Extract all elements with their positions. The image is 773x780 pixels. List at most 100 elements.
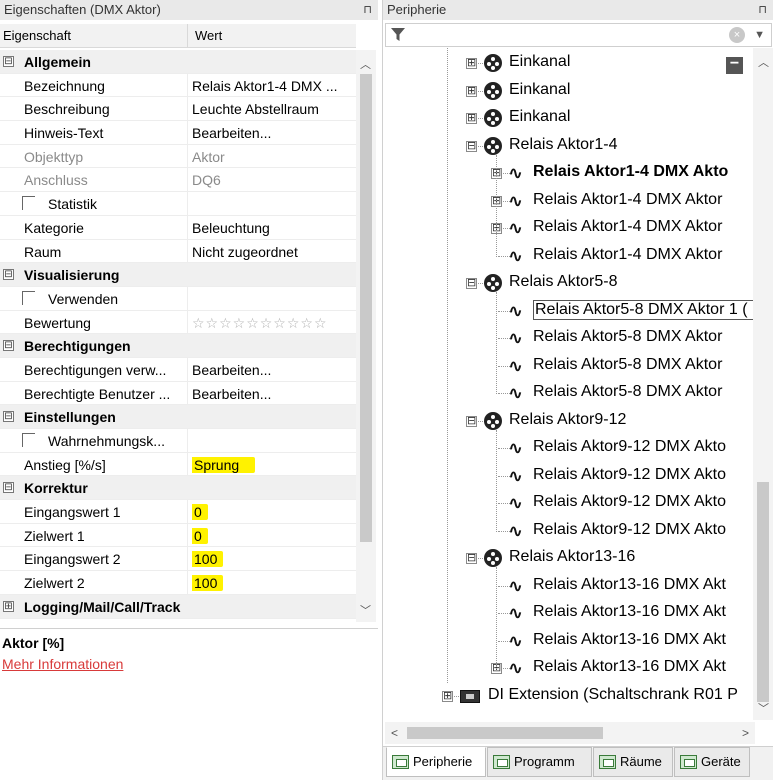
tree-node-label[interactable]: Relais Aktor5-8	[509, 273, 618, 291]
tree-node[interactable]: ∿ Relais Aktor5-8 DMX Aktor	[385, 380, 755, 407]
column-separator[interactable]	[187, 24, 188, 48]
tree-node[interactable]: ⊟ Relais Aktor13-16	[385, 545, 755, 572]
tree-node-label[interactable]: Relais Aktor13-16	[509, 548, 635, 566]
property-row[interactable]: Verwenden	[0, 286, 356, 311]
property-value[interactable]: 0	[192, 527, 352, 544]
tree-node-label[interactable]: Einkanal	[509, 108, 570, 126]
expand-icon[interactable]: ⊞	[466, 85, 477, 97]
tree-node[interactable]: ⊟ Relais Aktor5-8	[385, 270, 755, 297]
tree-node[interactable]: ∿ Relais Aktor5-8 DMX Aktor 1 (	[385, 298, 755, 325]
property-row[interactable]: Anstieg [%/s] Sprung	[0, 452, 356, 477]
more-info-link[interactable]: Mehr Informationen	[2, 656, 123, 672]
property-category[interactable]: ⊟ Allgemein	[0, 50, 356, 74]
property-value[interactable]: 100	[192, 575, 352, 592]
tree-node-label[interactable]: Relais Aktor1-4 DMX Akto	[533, 163, 728, 181]
property-category[interactable]: ⊟ Visualisierung	[0, 263, 356, 287]
property-category[interactable]: ⊟ Berechtigungen	[0, 334, 356, 358]
filter-bar[interactable]: × ▼	[385, 23, 772, 47]
filter-icon[interactable]	[391, 28, 405, 42]
property-row[interactable]: Kategorie Beleuchtung	[0, 215, 356, 240]
collapse-icon[interactable]: ⊟	[3, 411, 14, 423]
tree-node-label[interactable]: Relais Aktor13-16 DMX Akt	[533, 658, 726, 676]
tree-node[interactable]: ⊟ Relais Aktor1-4	[385, 133, 755, 160]
tree-node[interactable]: ⊞ ∿ Relais Aktor13-16 DMX Akt	[385, 655, 755, 682]
property-value[interactable]: Bearbeiten...	[192, 362, 352, 378]
tree-node-label[interactable]: Relais Aktor13-16 DMX Akt	[533, 603, 726, 621]
tree-node[interactable]: ⊞ Einkanal	[385, 50, 755, 77]
tree-node-label[interactable]: Einkanal	[509, 53, 570, 71]
tree-node[interactable]: ∿ Relais Aktor9-12 DMX Akto	[385, 463, 755, 490]
column-header-property[interactable]: Eigenschaft	[3, 28, 71, 43]
property-row[interactable]: Hinweis-Text Bearbeiten...	[0, 121, 356, 145]
property-value[interactable]: Bearbeiten...	[192, 386, 352, 402]
property-row[interactable]: Beschreibung Leuchte Abstellraum	[0, 97, 356, 122]
column-header-value[interactable]: Wert	[195, 28, 222, 43]
tree-node[interactable]: ∿ Relais Aktor5-8 DMX Aktor	[385, 325, 755, 352]
property-row[interactable]: Bezeichnung Relais Aktor1-4 DMX ...	[0, 73, 356, 98]
property-value[interactable]: 100	[192, 551, 352, 568]
tree-node-label[interactable]: Relais Aktor9-12 DMX Akto	[533, 466, 726, 484]
property-row[interactable]: Zielwert 1 0	[0, 523, 356, 548]
filter-dropdown-icon[interactable]: ▼	[754, 29, 765, 41]
tree-vertical-scrollbar[interactable]: ︿ ﹀	[753, 48, 773, 720]
tree-node[interactable]: ∿ Relais Aktor9-12 DMX Akto	[385, 435, 755, 462]
tree-node[interactable]: ⊟ Relais Aktor9-12	[385, 408, 755, 435]
collapse-icon[interactable]: ⊟	[466, 140, 477, 152]
tab-peripherie[interactable]: Peripherie	[386, 747, 486, 777]
collapse-icon[interactable]: ⊟	[3, 340, 14, 352]
tab-raeume[interactable]: Räume	[593, 747, 673, 777]
property-category[interactable]: ⊟ Einstellungen	[0, 405, 356, 429]
tree-node-label[interactable]: Relais Aktor5-8 DMX Aktor	[533, 356, 722, 374]
tree-node-label[interactable]: Relais Aktor1-4 DMX Aktor	[533, 218, 722, 236]
tree-node[interactable]: ∿ Relais Aktor5-8 DMX Aktor	[385, 353, 755, 380]
scroll-thumb[interactable]	[757, 482, 769, 702]
property-row[interactable]: Raum Nicht zugeordnet	[0, 239, 356, 264]
tree-horizontal-scrollbar[interactable]: < >	[385, 722, 755, 744]
scroll-down-icon[interactable]: ﹀	[758, 700, 769, 716]
expand-icon[interactable]: ⊞	[3, 600, 14, 612]
property-row[interactable]: Wahrnehmungsk...	[0, 429, 356, 453]
expand-icon[interactable]: ⊞	[466, 113, 477, 124]
scroll-up-icon[interactable]: ︿	[360, 56, 371, 72]
collapse-icon[interactable]: ⊟	[466, 553, 477, 564]
property-category[interactable]: ⊞ Logging/Mail/Call/Track	[0, 594, 356, 619]
properties-vertical-scrollbar[interactable]: ︿ ﹀	[356, 50, 376, 622]
property-value[interactable]: Aktor	[192, 149, 352, 165]
expand-icon[interactable]: ⊞	[466, 58, 477, 69]
property-value[interactable]: Relais Aktor1-4 DMX ...	[192, 78, 352, 94]
property-row[interactable]: Berechtigte Benutzer ... Bearbeiten...	[0, 381, 356, 406]
tree-node[interactable]: ∿ Relais Aktor13-16 DMX Akt	[385, 628, 755, 655]
pin-icon[interactable]: ⊓	[363, 3, 372, 16]
property-row[interactable]: Objekttyp Aktor	[0, 144, 356, 169]
property-row[interactable]: Bewertung ☆☆☆☆☆☆☆☆☆☆	[0, 310, 356, 335]
tree-node-label[interactable]: Relais Aktor1-4 DMX Aktor	[533, 191, 722, 209]
tree-node[interactable]: ⊞ Einkanal	[385, 78, 755, 105]
scroll-down-icon[interactable]: ﹀	[360, 602, 371, 618]
tree-node[interactable]: ∿ Relais Aktor13-16 DMX Akt	[385, 573, 755, 600]
tree-node[interactable]: ∿ Relais Aktor9-12 DMX Akto	[385, 518, 755, 545]
tree-node-label[interactable]: Relais Aktor13-16 DMX Akt	[533, 631, 726, 649]
collapse-icon[interactable]: ⊟	[466, 278, 477, 289]
scroll-up-icon[interactable]: ︿	[758, 54, 769, 70]
scroll-thumb[interactable]	[360, 74, 372, 542]
tree-node-label[interactable]: Einkanal	[509, 81, 570, 99]
collapse-icon[interactable]: ⊟	[466, 415, 477, 427]
tree-node-label[interactable]: Relais Aktor1-4 DMX Aktor	[533, 246, 722, 264]
tree-node[interactable]: ⊞ ∿ Relais Aktor1-4 DMX Akto	[385, 160, 755, 187]
property-row[interactable]: Eingangswert 2 100	[0, 547, 356, 572]
expand-icon[interactable]: ⊞	[442, 690, 453, 702]
tree-node[interactable]: ∿ Relais Aktor13-16 DMX Akt	[385, 600, 755, 627]
tree-node-label[interactable]: Relais Aktor9-12 DMX Akto	[533, 438, 726, 456]
property-value[interactable]: Beleuchtung	[192, 220, 352, 236]
property-value[interactable]: Leuchte Abstellraum	[192, 101, 352, 117]
tree-node-label[interactable]: Relais Aktor9-12 DMX Akto	[533, 493, 726, 511]
property-value[interactable]: Sprung	[192, 456, 352, 473]
tree-node-label[interactable]: Relais Aktor9-12 DMX Akto	[533, 521, 726, 539]
property-row[interactable]: Anschluss DQ6	[0, 168, 356, 193]
checkbox[interactable]	[22, 433, 35, 447]
property-value[interactable]: Bearbeiten...	[192, 125, 352, 141]
collapse-icon[interactable]: ⊟	[3, 269, 14, 281]
tree-node[interactable]: ∿ Relais Aktor1-4 DMX Aktor	[385, 243, 755, 270]
property-row[interactable]: Zielwert 2 100	[0, 571, 356, 595]
collapse-icon[interactable]: ⊟	[3, 56, 14, 67]
